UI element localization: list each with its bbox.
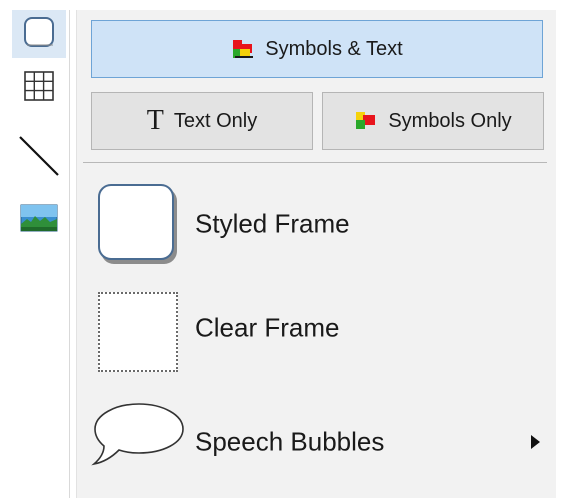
landscape-image-icon (20, 204, 58, 237)
shape-picker-window: Symbols & Text T Text Only Symbols Only … (0, 0, 562, 498)
clear-frame-preview (98, 292, 178, 372)
speech-bubbles-label: Speech Bubbles (195, 426, 385, 457)
speech-bubbles-item[interactable]: Speech Bubbles (83, 392, 547, 492)
speech-bubble-icon (89, 398, 189, 475)
grid-icon (22, 69, 56, 108)
clear-frame-label: Clear Frame (195, 312, 340, 343)
text-only-label: Text Only (173, 109, 258, 132)
tool-strip (8, 10, 70, 498)
frame-tool-button[interactable] (12, 10, 66, 58)
rounded-square-icon (22, 15, 56, 54)
symbol-colors-icon (231, 38, 257, 60)
text-t-icon: T (146, 105, 164, 136)
symbol-colors-icon (354, 110, 380, 132)
insert-panel: Symbols & Text T Text Only Symbols Only … (76, 10, 556, 498)
symbols-only-label: Symbols Only (388, 109, 512, 132)
line-tool-button[interactable] (12, 134, 66, 182)
styled-frame-preview (98, 184, 174, 260)
styled-frame-item[interactable]: Styled Frame (83, 174, 547, 274)
text-only-button[interactable]: T Text Only (91, 92, 313, 150)
triangle-right-icon[interactable] (531, 435, 540, 449)
styled-frame-label: Styled Frame (195, 208, 350, 239)
image-tool-button[interactable] (12, 196, 66, 244)
symbols-only-button[interactable]: Symbols Only (322, 92, 544, 150)
symbols-and-text-label: Symbols & Text (265, 37, 403, 60)
symbols-and-text-button[interactable]: Symbols & Text (91, 20, 543, 78)
separator (83, 162, 547, 163)
table-tool-button[interactable] (12, 64, 66, 112)
diagonal-line-icon (16, 133, 62, 184)
clear-frame-item[interactable]: Clear Frame (83, 278, 547, 378)
